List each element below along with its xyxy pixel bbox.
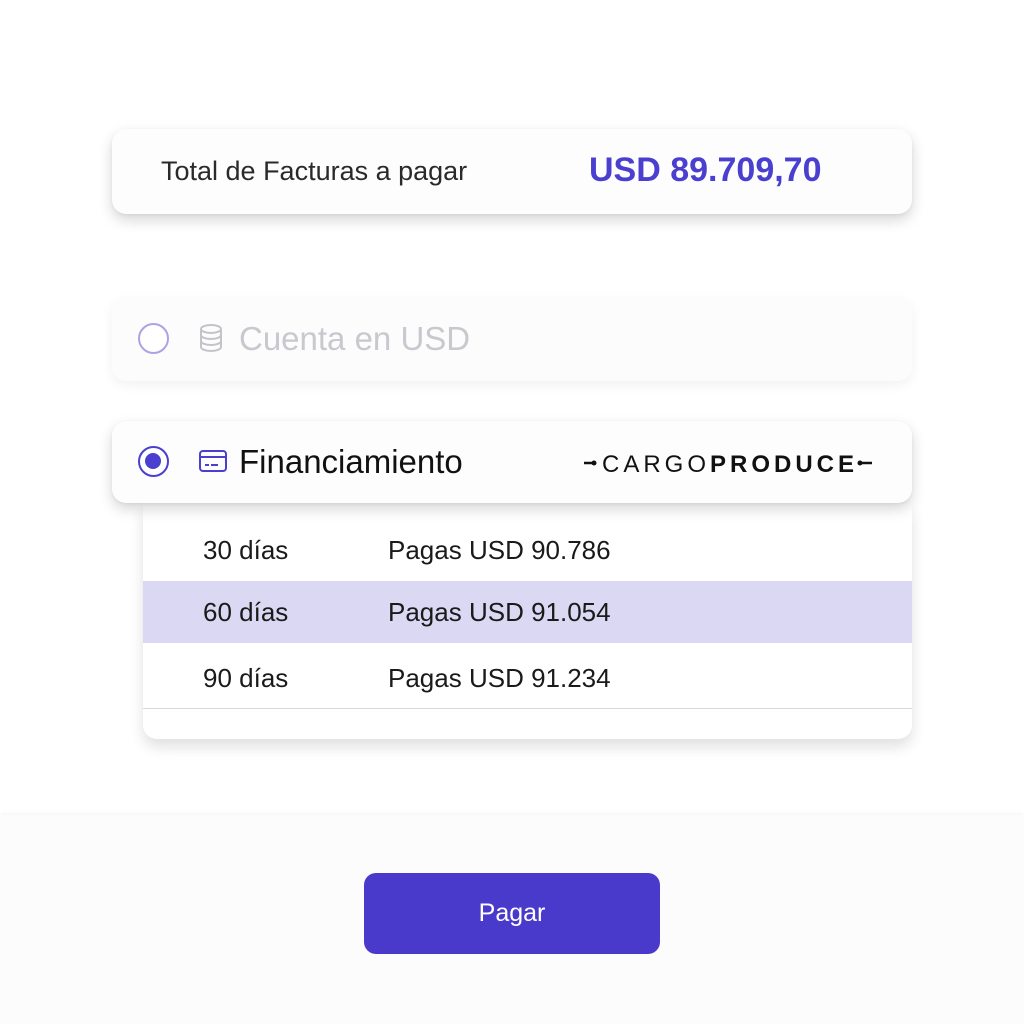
pay-button[interactable]: Pagar [364, 873, 660, 954]
option-label: Cuenta en USD [239, 320, 471, 357]
plan-price: Pagas USD 91.234 [388, 663, 611, 693]
plan-days: 30 días [203, 535, 289, 565]
credit-card-icon [198, 447, 228, 480]
plan-price: Pagas USD 90.786 [388, 535, 611, 565]
coins-stack-icon [198, 323, 224, 360]
footer-bar: Pagar [0, 815, 1024, 1024]
radio-selected[interactable] [138, 446, 169, 477]
cargoproduce-logo: CARGO PRODUCE [582, 447, 874, 484]
svg-text:PRODUCE: PRODUCE [710, 451, 858, 478]
plan-days: 90 días [203, 663, 289, 693]
option-label: Financiamiento [239, 443, 463, 480]
plan-price: Pagas USD 91.054 [388, 597, 611, 627]
total-label: Total de Facturas a pagar [161, 156, 468, 186]
radio-unselected[interactable] [138, 323, 169, 354]
plan-days: 60 días [203, 597, 289, 627]
total-summary-card: Total de Facturas a pagar USD 89.709,70 [112, 129, 912, 214]
svg-text:CARGO: CARGO [602, 451, 710, 478]
radio-selected-dot [145, 453, 161, 469]
financing-plan-30-days[interactable]: 30 días Pagas USD 90.786 [143, 519, 912, 581]
payment-option-usd-account[interactable]: Cuenta en USD [112, 297, 912, 381]
financing-plans-list: 30 días Pagas USD 90.786 60 días Pagas U… [143, 503, 912, 739]
payment-option-financing[interactable]: Financiamiento CARGO PRODUCE [112, 421, 912, 503]
financing-plan-90-days[interactable]: 90 días Pagas USD 91.234 [143, 643, 912, 709]
financing-plan-60-days[interactable]: 60 días Pagas USD 91.054 [143, 581, 912, 643]
total-amount: USD 89.709,70 [589, 151, 822, 189]
